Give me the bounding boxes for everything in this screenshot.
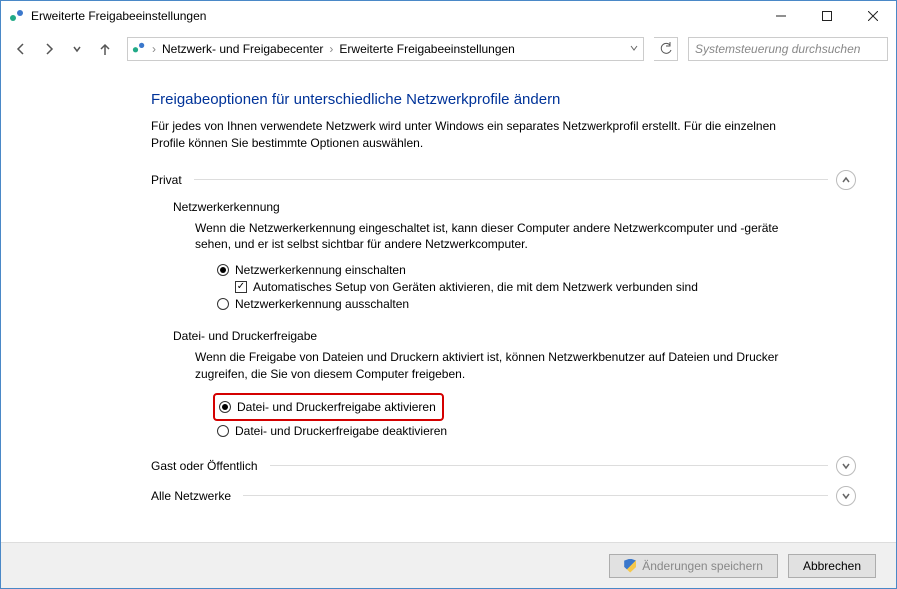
radio-icon [219, 401, 231, 413]
chevron-up-icon[interactable] [836, 170, 856, 190]
radio-icon [217, 425, 229, 437]
page-description: Für jedes von Ihnen verwendete Netzwerk … [151, 118, 791, 152]
network-center-icon [132, 41, 146, 58]
footer: Änderungen speichern Abbrechen [1, 542, 896, 588]
profile-label: Privat [151, 173, 182, 187]
minimize-button[interactable] [758, 1, 804, 31]
forward-button[interactable] [37, 37, 61, 61]
chevron-down-icon[interactable] [629, 42, 639, 56]
radio-sharing-on[interactable]: Datei- und Druckerfreigabe aktivieren [219, 400, 436, 414]
breadcrumb-item[interactable]: Netzwerk- und Freigabecenter [162, 42, 323, 56]
back-button[interactable] [9, 37, 33, 61]
network-center-icon [9, 8, 25, 24]
radio-icon [217, 264, 229, 276]
checkbox-label: Automatisches Setup von Geräten aktivier… [253, 280, 698, 294]
radio-discovery-off[interactable]: Netzwerkerkennung ausschalten [217, 297, 856, 311]
window-controls [758, 1, 896, 31]
profile-label: Gast oder Öffentlich [151, 459, 258, 473]
close-button[interactable] [850, 1, 896, 31]
radio-label: Netzwerkerkennung ausschalten [235, 297, 409, 311]
up-button[interactable] [93, 37, 117, 61]
divider [270, 465, 829, 466]
chevron-down-icon[interactable] [836, 456, 856, 476]
radio-discovery-on[interactable]: Netzwerkerkennung einschalten [217, 263, 856, 277]
section-desc: Wenn die Netzwerkerkennung eingeschaltet… [195, 220, 795, 254]
profile-label: Alle Netzwerke [151, 489, 231, 503]
save-button[interactable]: Änderungen speichern [609, 554, 778, 578]
button-label: Änderungen speichern [642, 559, 763, 573]
page-title: Freigabeoptionen für unterschiedliche Ne… [151, 91, 856, 108]
chevron-down-icon[interactable] [836, 486, 856, 506]
titlebar: Erweiterte Freigabeeinstellungen [1, 1, 896, 31]
search-input[interactable]: Systemsteuerung durchsuchen [688, 37, 888, 61]
chevron-right-icon: › [329, 42, 333, 56]
maximize-button[interactable] [804, 1, 850, 31]
recent-dropdown[interactable] [65, 37, 89, 61]
section-heading-sharing: Datei- und Druckerfreigabe [173, 329, 856, 343]
radio-label: Netzwerkerkennung einschalten [235, 263, 406, 277]
cancel-button[interactable]: Abbrechen [788, 554, 876, 578]
profile-header-all[interactable]: Alle Netzwerke [151, 486, 856, 506]
navbar: › Netzwerk- und Freigabecenter › Erweite… [1, 31, 896, 67]
section-heading-discovery: Netzwerkerkennung [173, 200, 856, 214]
highlight-box: Datei- und Druckerfreigabe aktivieren [213, 393, 444, 421]
radio-label: Datei- und Druckerfreigabe deaktivieren [235, 424, 447, 438]
breadcrumb-item[interactable]: Erweiterte Freigabeeinstellungen [339, 42, 514, 56]
checkbox-icon: ✓ [235, 281, 247, 293]
radio-icon [217, 298, 229, 310]
section-desc: Wenn die Freigabe von Dateien und Drucke… [195, 349, 795, 383]
divider [194, 179, 828, 180]
profile-header-guest[interactable]: Gast oder Öffentlich [151, 456, 856, 476]
radio-sharing-off[interactable]: Datei- und Druckerfreigabe deaktivieren [217, 424, 856, 438]
chevron-right-icon: › [152, 42, 156, 56]
content-area: Freigabeoptionen für unterschiedliche Ne… [1, 67, 896, 542]
window-title: Erweiterte Freigabeeinstellungen [31, 9, 758, 23]
button-label: Abbrechen [803, 559, 861, 573]
radio-label: Datei- und Druckerfreigabe aktivieren [237, 400, 436, 414]
profile-header-privat[interactable]: Privat [151, 170, 856, 190]
addressbar[interactable]: › Netzwerk- und Freigabecenter › Erweite… [127, 37, 644, 61]
shield-icon [624, 559, 636, 573]
divider [243, 495, 828, 496]
profile-body-privat: Netzwerkerkennung Wenn die Netzwerkerken… [151, 200, 856, 438]
checkbox-auto-setup[interactable]: ✓ Automatisches Setup von Geräten aktivi… [235, 280, 856, 294]
refresh-button[interactable] [654, 37, 678, 61]
